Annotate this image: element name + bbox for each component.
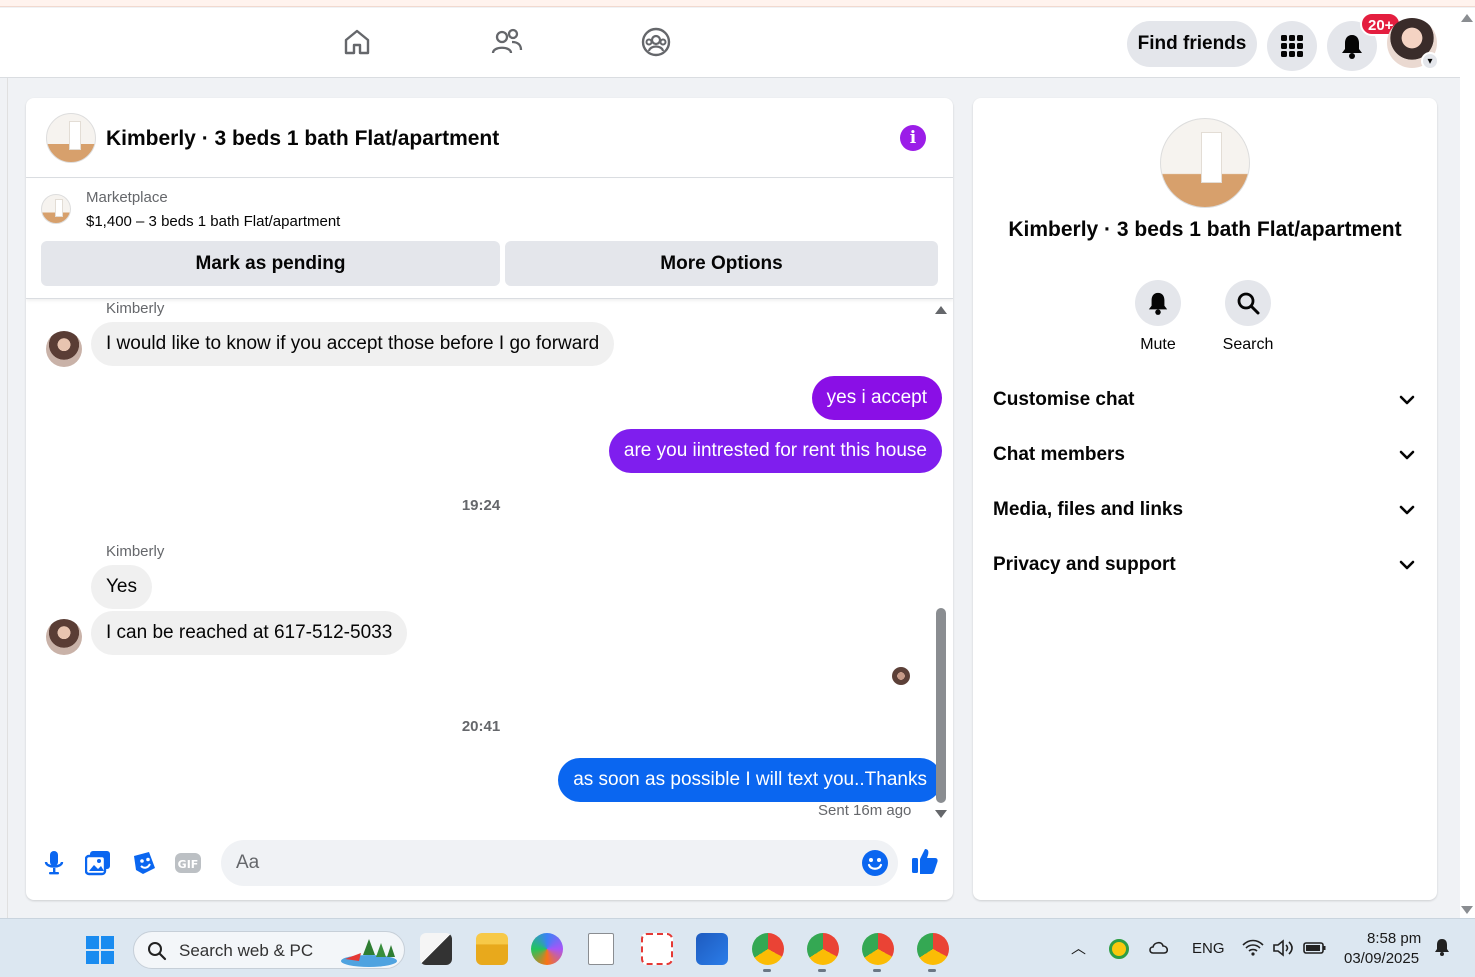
notification-center-icon[interactable]	[1432, 937, 1452, 957]
mark-as-pending-button[interactable]: Mark as pending	[41, 241, 500, 286]
sent-status: Sent 16m ago	[818, 802, 912, 819]
chevron-down-icon	[1399, 505, 1415, 515]
running-indicator	[818, 969, 826, 972]
chrome-profile-3-icon[interactable]	[862, 933, 894, 965]
message-timestamp: 19:24	[461, 497, 501, 514]
conversation-details-panel: Kimberly · 3 beds 1 bath Flat/apartment …	[973, 98, 1437, 900]
chat-title[interactable]: Kimberly · 3 beds 1 bath Flat/apartment	[106, 127, 499, 151]
task-view-icon[interactable]	[420, 933, 452, 965]
section-media-files-links[interactable]: Media, files and links	[973, 486, 1437, 534]
account-chevron-down-icon[interactable]: ▾	[1421, 52, 1439, 70]
top-navigation-bar: Find friends 20+ ▾	[0, 8, 1460, 78]
chevron-down-icon	[1399, 450, 1415, 460]
menu-grid-icon[interactable]	[1267, 21, 1317, 71]
message-timestamp: 20:41	[461, 718, 501, 735]
marketplace-label: Marketplace	[86, 189, 168, 206]
chevron-down-icon	[1399, 560, 1415, 570]
message-list: Kimberly I would like to know if you acc…	[26, 300, 942, 820]
mute-action[interactable]: Mute	[1113, 280, 1203, 354]
language-indicator[interactable]: ENG	[1192, 940, 1225, 957]
section-customise-chat[interactable]: Customise chat	[973, 376, 1437, 424]
home-icon[interactable]	[337, 22, 377, 62]
page-scrollbar[interactable]	[1460, 8, 1475, 918]
windows-start-icon[interactable]	[86, 936, 114, 964]
chat-window: Kimberly · 3 beds 1 bath Flat/apartment …	[26, 98, 953, 900]
photo-attach-icon[interactable]	[83, 848, 113, 878]
friends-icon[interactable]	[487, 22, 527, 62]
running-indicator	[928, 969, 936, 972]
mute-label: Mute	[1140, 336, 1176, 353]
message-bubble-incoming[interactable]: I can be reached at 617-512-5033	[91, 611, 408, 655]
chrome-profile-4-icon[interactable]	[917, 933, 949, 965]
message-bubble-outgoing[interactable]: are you iintrested for rent this house	[608, 429, 942, 473]
chrome-profile-2-icon[interactable]	[807, 933, 839, 965]
volume-icon[interactable]	[1272, 939, 1294, 957]
chevron-down-icon	[1399, 395, 1415, 405]
file-explorer-icon[interactable]	[476, 933, 508, 965]
search-label: Search	[1222, 336, 1274, 353]
message-scrollbar[interactable]	[936, 608, 946, 803]
message-sender: Kimberly	[106, 543, 165, 560]
battery-icon[interactable]	[1303, 940, 1327, 956]
sender-avatar[interactable]	[46, 619, 82, 655]
section-privacy-support[interactable]: Privacy and support	[973, 541, 1437, 589]
show-hidden-icons-chevron-icon[interactable]: ︿	[1071, 937, 1086, 958]
listing-small-thumbnail[interactable]	[41, 194, 71, 224]
copilot-icon[interactable]	[531, 933, 563, 965]
emoji-icon[interactable]	[862, 850, 888, 876]
page-scroll-up-arrow[interactable]	[1461, 14, 1473, 22]
taskbar-search-text: Search web & PC	[179, 941, 314, 960]
message-bubble-incoming[interactable]: I would like to know if you accept those…	[91, 322, 615, 366]
onedrive-cloud-icon[interactable]	[1148, 939, 1170, 955]
browser-top-edge	[0, 0, 1475, 7]
mute-bell-icon[interactable]	[1135, 280, 1181, 326]
listing-thumbnail[interactable]	[46, 113, 96, 163]
more-options-button[interactable]: More Options	[505, 241, 938, 286]
microsoft-store-icon[interactable]	[696, 933, 728, 965]
search-highlight-image-icon	[341, 939, 397, 967]
seen-indicator-avatar	[892, 667, 910, 685]
left-edge	[0, 78, 8, 918]
marketplace-listing-bar: Marketplace $1,400 – 3 beds 1 bath Flat/…	[26, 179, 953, 299]
windows-taskbar: Search web & PC ︿ ENG 8:58 pm 03/09/2025	[0, 918, 1475, 977]
info-icon[interactable]: i	[900, 125, 926, 151]
running-indicator	[763, 969, 771, 972]
wifi-icon[interactable]	[1242, 939, 1264, 957]
gif-icon[interactable]: GIF	[173, 848, 203, 878]
scroll-down-arrow[interactable]	[935, 810, 947, 818]
clock-date[interactable]: 03/09/2025	[1344, 950, 1419, 967]
panel-title: Kimberly · 3 beds 1 bath Flat/apartment	[1008, 218, 1402, 241]
clock-time[interactable]: 8:58 pm	[1367, 930, 1421, 947]
listing-price-title[interactable]: $1,400 – 3 beds 1 bath Flat/apartment	[86, 213, 340, 230]
section-chat-members[interactable]: Chat members	[973, 431, 1437, 479]
search-icon	[148, 942, 167, 961]
snipping-tool-icon[interactable]	[641, 933, 673, 965]
tray-app-icon[interactable]	[1109, 939, 1129, 959]
notepad-icon[interactable]	[588, 933, 614, 965]
thumbs-up-like-icon[interactable]	[910, 846, 942, 878]
search-icon[interactable]	[1225, 280, 1271, 326]
microphone-icon[interactable]	[39, 848, 69, 878]
svg-text:GIF: GIF	[178, 858, 199, 871]
chrome-profile-1-icon[interactable]	[752, 933, 784, 965]
message-bubble-outgoing[interactable]: yes i accept	[811, 376, 942, 420]
sticker-icon[interactable]	[129, 848, 159, 878]
groups-icon[interactable]	[636, 22, 676, 62]
find-friends-button[interactable]: Find friends	[1127, 21, 1257, 67]
scroll-up-arrow[interactable]	[935, 306, 947, 314]
running-indicator	[873, 969, 881, 972]
page-scroll-down-arrow[interactable]	[1461, 906, 1473, 914]
sender-avatar[interactable]	[46, 331, 82, 367]
search-action[interactable]: Search	[1203, 280, 1293, 354]
chat-header: Kimberly · 3 beds 1 bath Flat/apartment …	[26, 98, 953, 178]
message-input[interactable]	[221, 840, 898, 886]
message-bubble-incoming[interactable]: Yes	[91, 565, 152, 609]
message-bubble-outgoing[interactable]: as soon as possible I will text you..Tha…	[558, 758, 942, 802]
listing-large-thumbnail[interactable]	[1160, 118, 1250, 208]
taskbar-search-box[interactable]: Search web & PC	[133, 931, 405, 969]
message-sender: Kimberly	[106, 300, 165, 317]
